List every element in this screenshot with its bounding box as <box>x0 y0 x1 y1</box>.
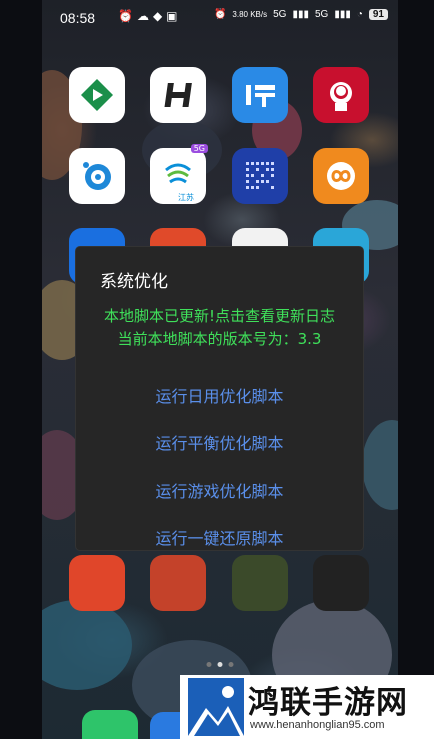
run-game-optimize-option[interactable]: 运行游戏优化脚本 <box>76 478 363 502</box>
dialog-title: 系统优化 <box>100 272 168 292</box>
site-watermark: 鸿联手游网 www.henanhonglian95.com <box>180 675 434 739</box>
app-icon-phone-dock[interactable] <box>82 710 138 739</box>
page-indicator <box>206 662 234 667</box>
system-optimize-dialog: 系统优化 本地脚本已更新!点击查看更新日志 当前本地脚本的版本号为：3.3 运行… <box>76 247 363 550</box>
app-icon-spiral-bottom[interactable] <box>313 555 369 611</box>
grid-dots-icon <box>246 162 274 189</box>
blue-app-logo-icon <box>246 85 275 107</box>
signal-1: 5G <box>273 9 287 20</box>
run-daily-optimize-option[interactable]: 运行日用优化脚本 <box>76 383 363 407</box>
network-speed: 3.80 KB/s <box>232 10 268 19</box>
app-icon-android-bottom[interactable] <box>232 555 288 611</box>
wallpaper-stone <box>362 420 398 510</box>
phone-screen: 08:58 ⏰☁◆▣ ⏰ 3.80 KB/s 5G ▮▮▮ 5G ▮▮▮ ◔ 9… <box>42 0 398 739</box>
status-bar: 08:58 ⏰☁◆▣ ⏰ 3.80 KB/s 5G ▮▮▮ 5G ▮▮▮ ◔ 9… <box>42 6 398 30</box>
update-message[interactable]: 本地脚本已更新!点击查看更新日志 <box>76 305 363 326</box>
bird-logo-icon <box>83 162 111 190</box>
notification-icons: ⏰☁◆▣ <box>118 9 182 23</box>
page-dot <box>206 662 212 667</box>
app-icon-dark-bottom[interactable] <box>150 555 206 611</box>
status-right-group: ⏰ 3.80 KB/s 5G ▮▮▮ 5G ▮▮▮ ◔ 91 <box>214 9 388 20</box>
app-icon-grid-app[interactable] <box>232 148 288 204</box>
app-icon-orange-loop[interactable] <box>313 148 369 204</box>
app-icon-h-logo[interactable] <box>150 67 206 123</box>
signal-2: 5G <box>314 9 329 20</box>
china-mobile-logo-icon <box>165 163 191 184</box>
page-dot-active <box>217 662 223 667</box>
watermark-logo-icon <box>188 678 244 736</box>
app-icon-bird[interactable] <box>69 148 125 204</box>
wallpaper-stone <box>42 600 132 690</box>
iqiyi-logo-icon <box>81 79 113 111</box>
status-time: 08:58 <box>60 10 96 26</box>
run-balanced-optimize-option[interactable]: 运行平衡优化脚本 <box>76 430 363 454</box>
app-icon-blue-app[interactable] <box>232 67 288 123</box>
kfc-colonel-icon <box>330 82 352 111</box>
app-icon-kfc[interactable] <box>313 67 369 123</box>
h-logo-icon <box>164 83 192 107</box>
app-icon-china-mobile[interactable]: 5G 江苏 <box>150 144 208 204</box>
infinity-loop-icon <box>327 162 355 190</box>
alarm-icon: ⏰ <box>213 9 227 20</box>
wifi-icon: ◔ <box>356 9 363 20</box>
battery-indicator: 91 <box>368 9 388 20</box>
run-restore-option[interactable]: 运行一键还原脚本 <box>76 525 363 549</box>
china-mobile-badge: 5G <box>190 144 208 153</box>
watermark-url: www.henanhonglian95.com <box>250 719 385 731</box>
version-message: 当前本地脚本的版本号为：3.3 <box>117 330 322 348</box>
app-icon-red-bottom[interactable] <box>69 555 125 611</box>
page-dot <box>228 662 234 667</box>
signal-bars-icon: ▮▮▮ <box>292 9 309 20</box>
watermark-title: 鸿联手游网 <box>248 685 408 721</box>
china-mobile-sublabel: 江苏 <box>178 193 194 202</box>
app-icon-iqiyi-green[interactable] <box>69 67 125 123</box>
signal-bars-icon: ▮▮▮ <box>334 9 351 20</box>
